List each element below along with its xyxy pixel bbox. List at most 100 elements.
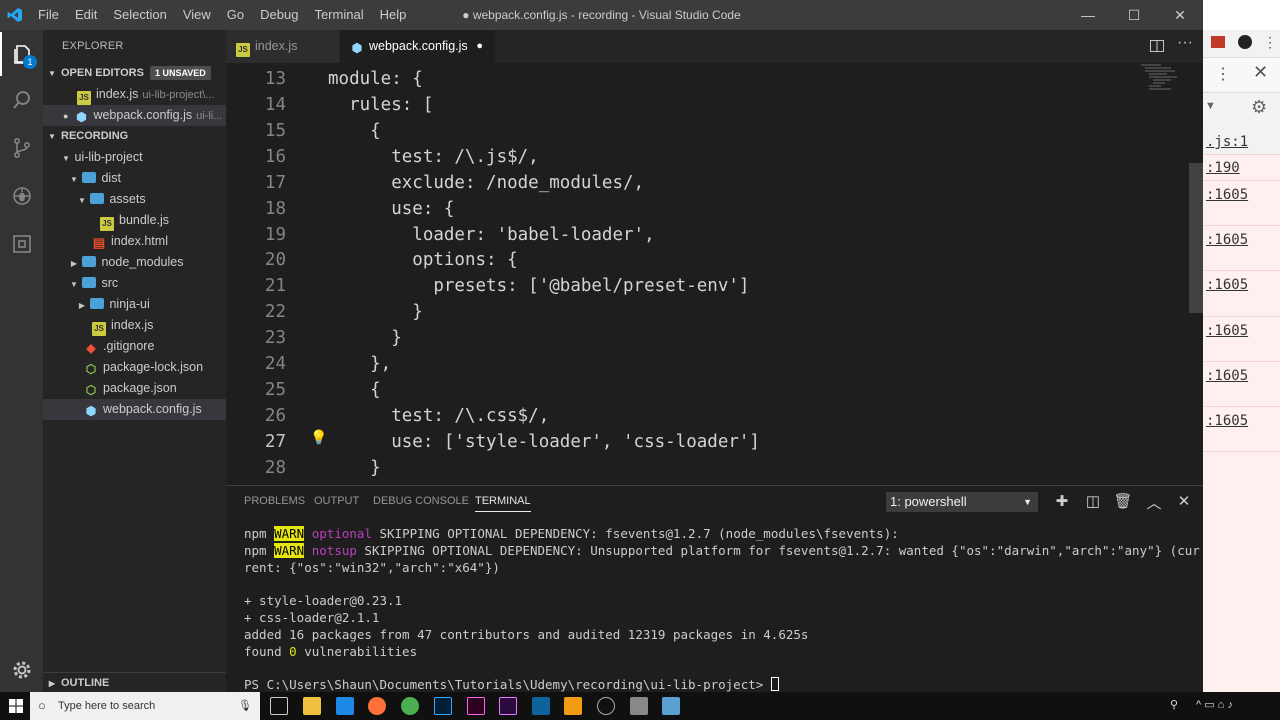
code-line: } xyxy=(328,458,381,478)
kill-terminal-icon[interactable]: 🗑 xyxy=(1113,492,1133,510)
extensions-icon[interactable] xyxy=(0,222,43,266)
line-number: 20 xyxy=(264,250,286,270)
obs-icon[interactable] xyxy=(597,697,615,715)
vscode-taskbar-icon[interactable] xyxy=(532,697,550,715)
title-bar: File Edit Selection View Go Debug Termin… xyxy=(0,0,1203,30)
tab-terminal[interactable]: TERMINAL xyxy=(475,495,531,512)
maximize-button[interactable]: ☐ xyxy=(1111,0,1157,30)
search-icon[interactable] xyxy=(0,78,43,122)
photoshop-icon[interactable] xyxy=(434,697,452,715)
browser-more-icon[interactable]: ⋮ xyxy=(1263,34,1277,51)
minimap[interactable] xyxy=(1141,63,1191,123)
code-editor[interactable]: 13 14 15 16 17 18 19 20 21 22 23 24 25 2… xyxy=(226,63,1203,485)
devtools-settings-gear-icon[interactable]: ⚙ xyxy=(1251,97,1267,118)
source-control-icon[interactable] xyxy=(0,126,43,170)
minimize-button[interactable]: — xyxy=(1065,0,1111,30)
new-terminal-icon[interactable]: ✚ xyxy=(1052,492,1072,510)
pdf-icon[interactable] xyxy=(1211,36,1225,48)
xd-icon[interactable] xyxy=(467,697,485,715)
tree-package-json[interactable]: ⬡ package.json xyxy=(43,378,226,399)
menu-file[interactable]: File xyxy=(30,0,67,30)
devtools-more-icon[interactable]: ⋮ xyxy=(1215,64,1231,84)
terminal-output[interactable]: npm WARN optional SKIPPING OPTIONAL DEPE… xyxy=(244,526,1200,694)
tree-ninja-ui[interactable]: ▶ ninja-ui xyxy=(43,294,226,315)
tree-bundle-js[interactable]: JS bundle.js xyxy=(43,210,226,231)
menu-terminal[interactable]: Terminal xyxy=(306,0,371,30)
tree-dist[interactable]: ▼ dist xyxy=(43,168,226,189)
premiere-icon[interactable] xyxy=(499,697,517,715)
console-source-link[interactable]: :1605 xyxy=(1206,368,1248,384)
editor-scrollbar[interactable] xyxy=(1189,163,1203,313)
file-explorer-icon[interactable] xyxy=(303,697,321,715)
split-terminal-icon[interactable]: ◫ xyxy=(1083,492,1103,510)
tree-index-html[interactable]: ▤ index.html xyxy=(43,231,226,252)
tree-webpack-config[interactable]: ⬢ webpack.config.js xyxy=(43,399,226,420)
tree-assets[interactable]: ▼ assets xyxy=(43,189,226,210)
people-icon[interactable]: ⚲ xyxy=(1170,698,1178,711)
tree-gitignore[interactable]: ◆ .gitignore xyxy=(43,336,226,357)
avatar[interactable] xyxy=(1238,35,1252,49)
js-file-icon: JS xyxy=(92,322,106,336)
close-button[interactable]: ✕ xyxy=(1157,0,1203,30)
console-source-link[interactable]: .js:1 xyxy=(1206,134,1248,150)
more-actions-icon[interactable]: ··· xyxy=(1177,34,1193,52)
tray-icons[interactable]: ^ ▭ ⌂ ♪ xyxy=(1196,698,1233,711)
recording-header[interactable]: ▼ RECORDING xyxy=(43,126,226,147)
tree-node-modules[interactable]: ▶ node_modules xyxy=(43,252,226,273)
open-editors-header[interactable]: ▼ OPEN EDITORS 1 UNSAVED xyxy=(43,63,226,84)
tree-label: index.js xyxy=(111,318,154,332)
tree-ui-lib-project[interactable]: ▼ ui-lib-project xyxy=(43,147,226,168)
tree-src[interactable]: ▼ src xyxy=(43,273,226,294)
chevron-right-icon: ▶ xyxy=(48,679,56,688)
console-source-link[interactable]: :1605 xyxy=(1206,187,1248,203)
console-source-link[interactable]: :1605 xyxy=(1206,323,1248,339)
open-editor-index-js[interactable]: JS index.js ui-lib-project\... xyxy=(43,84,226,105)
line-number: 19 xyxy=(264,225,286,245)
menu-view[interactable]: View xyxy=(175,0,219,30)
split-editor-icon[interactable] xyxy=(1149,38,1165,59)
sublime-icon[interactable] xyxy=(564,697,582,715)
outline-header[interactable]: ▶ OUTLINE xyxy=(43,672,226,693)
open-editor-webpack-config[interactable]: ● ⬢ webpack.config.js ui-li... xyxy=(43,105,226,126)
menu-go[interactable]: Go xyxy=(219,0,252,30)
code-line: options: { xyxy=(328,250,518,270)
settings-gear-icon[interactable] xyxy=(0,648,43,692)
taskbar-search-input[interactable]: ○ Type here to search 🎙 xyxy=(30,692,260,720)
tab-index-js[interactable]: JS index.js xyxy=(226,30,339,63)
chevron-down-icon: ▼ xyxy=(70,280,78,289)
menu-edit[interactable]: Edit xyxy=(67,0,105,30)
console-source-link[interactable]: :1605 xyxy=(1206,277,1248,293)
app-icon[interactable] xyxy=(662,697,680,715)
menu-help[interactable]: Help xyxy=(372,0,415,30)
tab-webpack-config[interactable]: ⬢ webpack.config.js ● xyxy=(340,30,495,63)
debug-icon[interactable] xyxy=(0,174,43,218)
unsaved-dot-icon[interactable]: ● xyxy=(476,30,483,63)
devtools-close-icon[interactable]: ✕ xyxy=(1253,62,1268,83)
tab-output[interactable]: OUTPUT xyxy=(314,495,359,507)
terminal-cursor xyxy=(770,677,779,692)
explorer-icon[interactable]: 1 xyxy=(0,32,43,76)
chrome-icon[interactable] xyxy=(401,697,419,715)
console-source-link[interactable]: :1605 xyxy=(1206,232,1248,248)
firefox-icon[interactable] xyxy=(368,697,386,715)
maximize-panel-icon[interactable]: ︿ xyxy=(1144,492,1164,513)
console-source-link[interactable]: :1605 xyxy=(1206,413,1248,429)
tree-package-lock-json[interactable]: ⬡ package-lock.json xyxy=(43,357,226,378)
close-panel-icon[interactable]: ✕ xyxy=(1174,492,1194,510)
git-icon: ◆ xyxy=(86,341,96,355)
task-view-icon[interactable] xyxy=(270,697,288,715)
terminal-select[interactable]: 1: powershell ▼ xyxy=(886,492,1038,512)
tab-debug-console[interactable]: DEBUG CONSOLE xyxy=(373,495,469,507)
dropdown-arrow-icon[interactable]: ▼ xyxy=(1205,100,1216,112)
microphone-icon[interactable]: 🎙 xyxy=(238,692,252,720)
windows-start-icon[interactable] xyxy=(9,699,23,718)
tree-src-index-js[interactable]: JS index.js xyxy=(43,315,226,336)
menu-selection[interactable]: Selection xyxy=(105,0,174,30)
activity-bar: 1 xyxy=(0,30,43,692)
app-icon[interactable] xyxy=(630,697,648,715)
menu-debug[interactable]: Debug xyxy=(252,0,306,30)
tab-problems[interactable]: PROBLEMS xyxy=(244,495,305,507)
lightbulb-icon[interactable]: 💡 xyxy=(310,430,327,446)
edge-icon[interactable] xyxy=(336,697,354,715)
console-source-link[interactable]: :190 xyxy=(1206,160,1240,176)
